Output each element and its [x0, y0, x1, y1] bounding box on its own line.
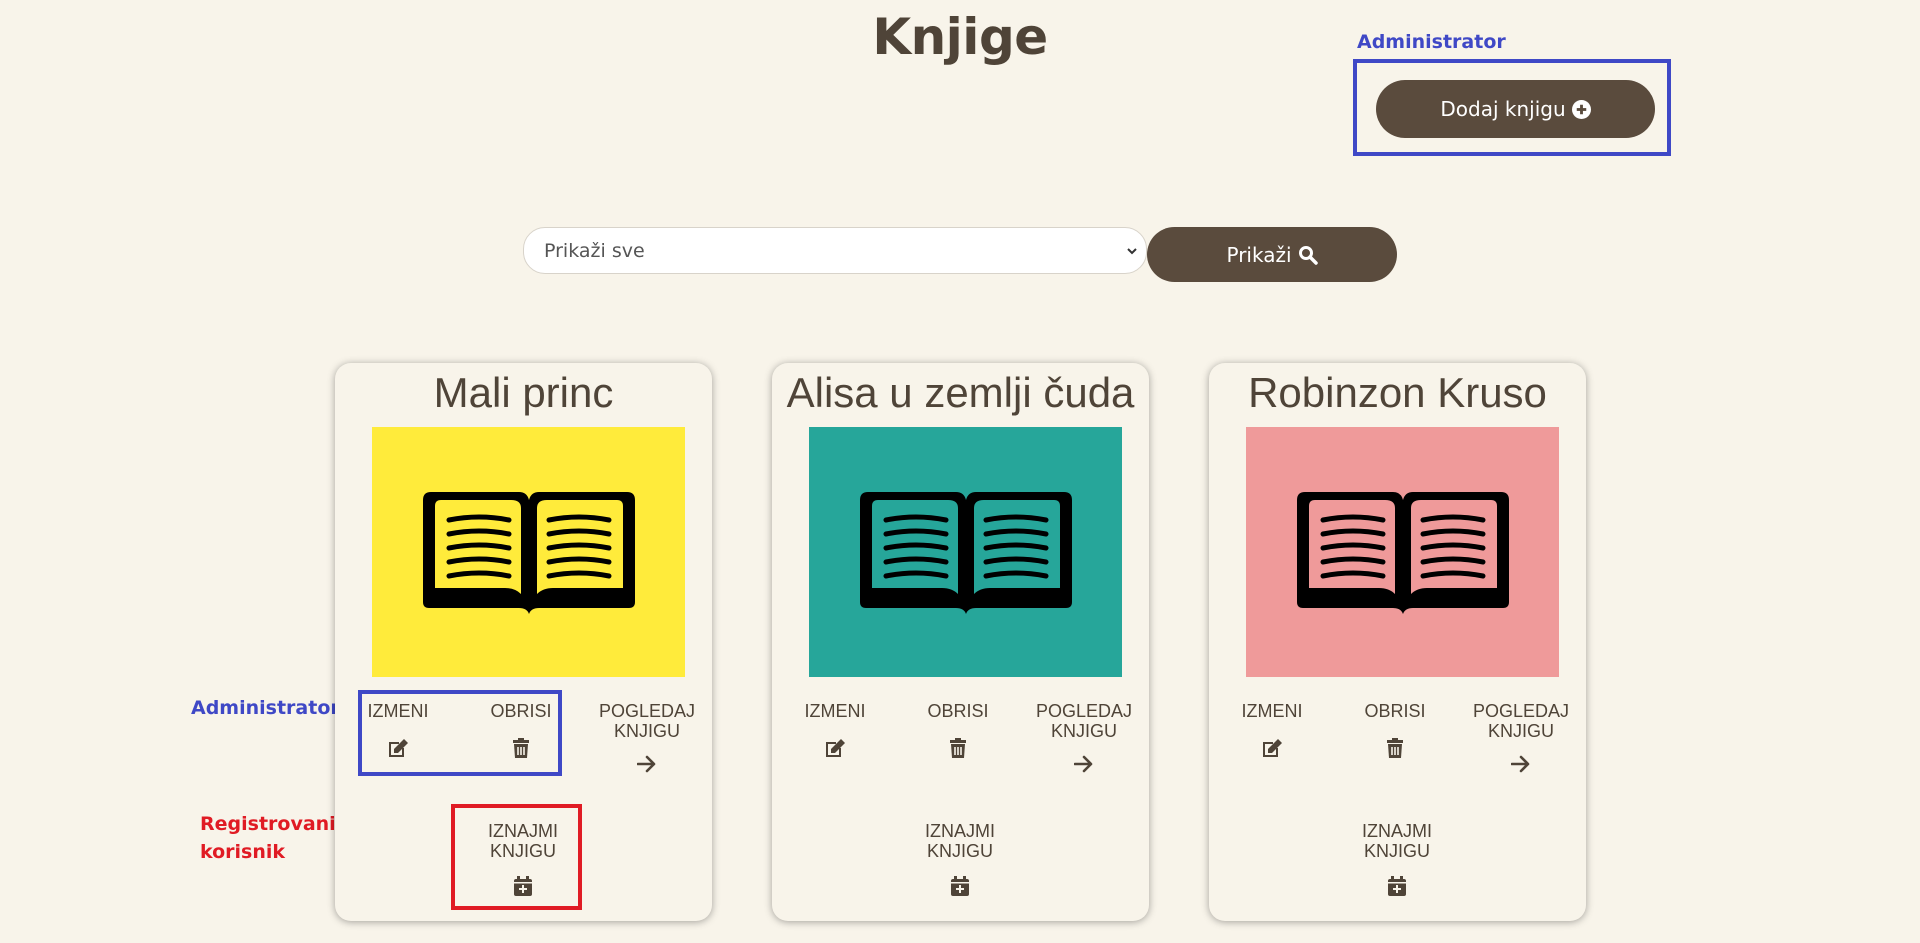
rent-label-line1: IZNAJMI — [488, 821, 558, 841]
rent-label-line2: KNJIGU — [489, 841, 556, 861]
edit-icon — [358, 738, 438, 758]
calendar-plus-icon — [473, 876, 573, 896]
arrow-right-icon — [592, 755, 702, 773]
delete-label: OBRISI — [490, 701, 552, 721]
view-label-line2: KNJIGU — [1050, 721, 1117, 741]
edit-book-button[interactable]: IZMENI — [358, 701, 438, 758]
edit-icon — [1232, 738, 1312, 758]
book-title: Alisa u zemlji čuda — [786, 369, 1135, 416]
rent-label-line2: KNJIGU — [926, 841, 993, 861]
admin-annotation-label-left: Administrator — [191, 697, 340, 719]
view-book-button[interactable]: POGLEDAJ KNJIGU — [592, 701, 702, 773]
open-book-icon — [419, 484, 639, 621]
rent-book-button[interactable]: IZNAJMI KNJIGU — [473, 821, 573, 896]
admin-annotation-label: Administrator — [1357, 31, 1506, 53]
view-label-line1: POGLEDAJ — [598, 701, 696, 721]
rent-book-button[interactable]: IZNAJMI KNJIGU — [910, 821, 1010, 896]
rent-label-line1: IZNAJMI — [925, 821, 995, 841]
delete-book-button[interactable]: OBRISI — [1355, 701, 1435, 758]
edit-label: IZMENI — [804, 701, 866, 721]
plus-circle-icon — [1571, 99, 1591, 119]
arrow-right-icon — [1029, 755, 1139, 773]
trash-icon — [918, 738, 998, 758]
book-card: Alisa u zemlji čuda IZMENI OBRISI POGLED… — [772, 363, 1149, 921]
edit-label: IZMENI — [1241, 701, 1303, 721]
page-title: Knjige — [872, 8, 1048, 66]
category-select[interactable]: Prikaži sve — [523, 227, 1147, 274]
trash-icon — [1355, 738, 1435, 758]
edit-book-button[interactable]: IZMENI — [795, 701, 875, 758]
rent-label-line2: KNJIGU — [1363, 841, 1430, 861]
book-title: Mali princ — [433, 369, 614, 416]
show-button[interactable]: Prikaži — [1147, 227, 1397, 282]
calendar-plus-icon — [910, 876, 1010, 896]
view-label-line2: KNJIGU — [1487, 721, 1554, 741]
book-cover-image — [372, 427, 685, 677]
book-title: Robinzon Kruso — [1248, 369, 1547, 416]
delete-book-button[interactable]: OBRISI — [481, 701, 561, 758]
book-cover-image — [809, 427, 1122, 677]
view-book-button[interactable]: POGLEDAJ KNJIGU — [1466, 701, 1576, 773]
delete-label: OBRISI — [1364, 701, 1426, 721]
trash-icon — [481, 738, 561, 758]
chevron-down-icon — [1126, 240, 1138, 262]
view-book-button[interactable]: POGLEDAJ KNJIGU — [1029, 701, 1139, 773]
calendar-plus-icon — [1347, 876, 1447, 896]
book-card: Robinzon Kruso IZMENI OBRISI POGLEDAJ KN… — [1209, 363, 1586, 921]
rent-label-line1: IZNAJMI — [1362, 821, 1432, 841]
book-card: Mali princ IZMENI OBRISI POGLEDAJ KNJIGU… — [335, 363, 712, 921]
view-label-line1: POGLEDAJ — [1035, 701, 1133, 721]
search-icon — [1298, 245, 1318, 265]
edit-label: IZMENI — [367, 701, 429, 721]
open-book-icon — [856, 484, 1076, 621]
delete-label: OBRISI — [927, 701, 989, 721]
category-select-value: Prikaži sve — [544, 239, 645, 262]
book-cover-image — [1246, 427, 1559, 677]
open-book-icon — [1293, 484, 1513, 621]
rent-book-button[interactable]: IZNAJMI KNJIGU — [1347, 821, 1447, 896]
edit-icon — [795, 738, 875, 758]
edit-book-button[interactable]: IZMENI — [1232, 701, 1312, 758]
arrow-right-icon — [1466, 755, 1576, 773]
show-button-label: Prikaži — [1226, 242, 1292, 267]
add-book-label: Dodaj knjigu — [1440, 97, 1566, 121]
delete-book-button[interactable]: OBRISI — [918, 701, 998, 758]
view-label-line2: KNJIGU — [613, 721, 680, 741]
add-book-button[interactable]: Dodaj knjigu — [1376, 80, 1655, 138]
view-label-line1: POGLEDAJ — [1472, 701, 1570, 721]
registered-user-annotation: Registrovani korisnik — [200, 813, 336, 863]
